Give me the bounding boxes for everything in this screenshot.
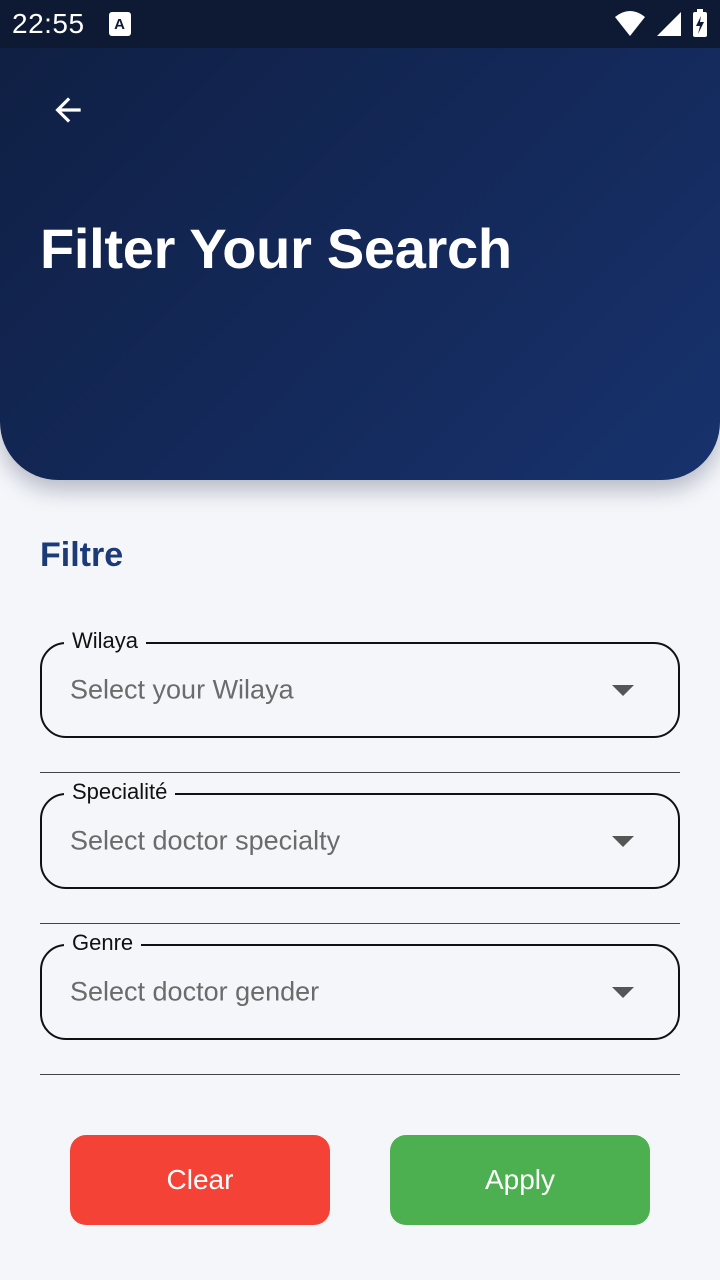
wifi-icon: [615, 11, 645, 36]
wilaya-placeholder: Select your Wilaya: [70, 674, 294, 705]
gender-dropdown[interactable]: Genre Select doctor gender: [40, 928, 680, 1040]
divider: [40, 1074, 680, 1075]
header-panel: Filter Your Search: [0, 0, 720, 480]
divider: [40, 923, 680, 924]
battery-charging-icon: [693, 9, 707, 37]
apply-button[interactable]: Apply: [390, 1135, 650, 1225]
wilaya-dropdown[interactable]: Wilaya Select your Wilaya: [40, 626, 680, 738]
page-title: Filter Your Search: [40, 217, 512, 280]
section-title: Filtre: [40, 536, 124, 574]
status-bar: 22:55 A: [0, 0, 720, 48]
status-time: 22:55: [12, 8, 85, 39]
specialty-dropdown[interactable]: Specialité Select doctor specialty: [40, 777, 680, 889]
dropdown-arrow-icon: [612, 987, 634, 998]
dropdown-arrow-icon: [612, 836, 634, 847]
status-icons: [614, 8, 708, 38]
back-button[interactable]: [40, 82, 96, 138]
gender-label: Genre: [64, 928, 142, 958]
cellular-signal-icon: [657, 12, 681, 36]
dropdown-arrow-icon: [612, 685, 634, 696]
filter-screen: 22:55 A Filter Your Search Filtre Wilaya…: [0, 0, 720, 1280]
wilaya-label: Wilaya: [64, 626, 147, 656]
gender-placeholder: Select doctor gender: [70, 976, 320, 1007]
arrow-left-icon: [55, 97, 81, 123]
divider: [40, 772, 680, 773]
clear-button[interactable]: Clear: [70, 1135, 330, 1225]
notification-app-icon: A: [108, 12, 131, 36]
specialty-label: Specialité: [64, 777, 176, 807]
specialty-placeholder: Select doctor specialty: [70, 825, 341, 856]
